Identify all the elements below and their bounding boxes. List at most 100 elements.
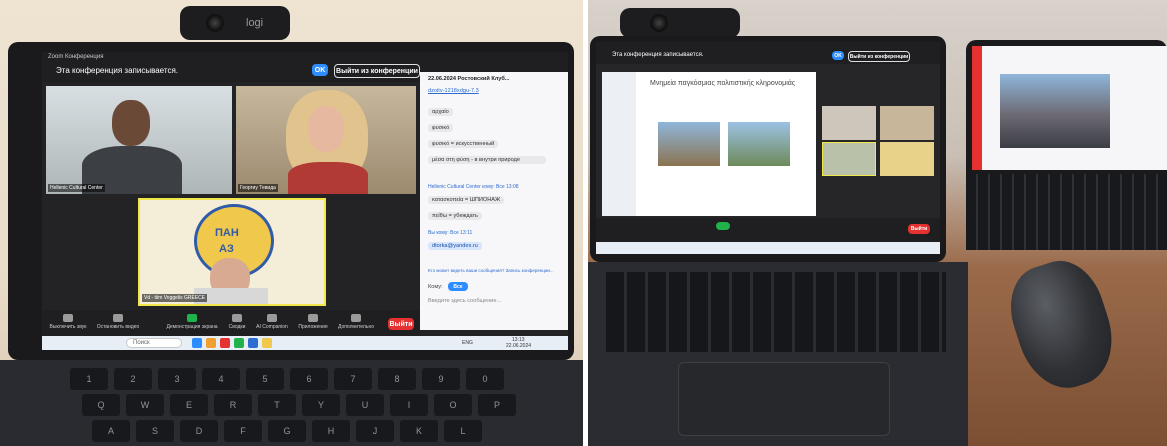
keyboard-key[interactable]: U — [346, 394, 384, 416]
keyboard-key[interactable]: O — [434, 394, 472, 416]
apps-icon — [308, 314, 318, 322]
keyboard-language[interactable]: ENG — [462, 340, 473, 346]
keyboard-deck: 1234567890 QWERTYUIOP ASDFGHJKL — [0, 360, 583, 446]
computer-mouse[interactable] — [998, 250, 1126, 400]
video-tile[interactable] — [880, 106, 934, 140]
chat-message: πείθω = убеждать — [428, 212, 482, 220]
leave-meeting-button[interactable]: Выйти из конференции — [848, 51, 910, 62]
mute-button[interactable]: Выключить звук — [46, 314, 90, 330]
keyboard-key[interactable]: G — [268, 420, 306, 442]
person-face — [308, 106, 344, 152]
person-body — [288, 162, 368, 194]
keyboard-key[interactable]: Q — [82, 394, 120, 416]
chat-link[interactable]: dzoitv-1218xdgu-7.3 — [428, 88, 479, 94]
keyboard-key[interactable]: 4 — [202, 368, 240, 390]
keyboard-key[interactable]: 1 — [70, 368, 108, 390]
windows-taskbar: Поиск ENG 13:13 22.06.2024 — [42, 336, 568, 350]
taskbar-search[interactable]: Поиск — [126, 338, 182, 348]
app-icon[interactable] — [192, 338, 202, 348]
leave-button[interactable]: Выйти — [388, 318, 414, 330]
keyboard-key[interactable]: W — [126, 394, 164, 416]
webcam-lens — [650, 14, 668, 32]
ok-button[interactable]: OK — [832, 51, 844, 60]
taskbar-date: 22.06.2024 — [506, 343, 532, 349]
leave-meeting-button[interactable]: Выйти из конференции — [334, 64, 420, 78]
chat-message: αρχαίο — [428, 108, 453, 116]
more-icon — [351, 314, 361, 322]
participant-name: Георгиу Тевида — [238, 184, 278, 192]
second-laptop-screen — [972, 46, 1167, 170]
app-icon[interactable] — [248, 338, 258, 348]
keyboard-key[interactable]: A — [92, 420, 130, 442]
ok-button[interactable]: OK — [312, 64, 328, 76]
keyboard-key[interactable]: 0 — [466, 368, 504, 390]
second-keyboard — [966, 174, 1167, 250]
zoom-toolbar: Выключить звук Остановить видео Демонстр… — [42, 310, 420, 336]
keyboard-key[interactable]: 9 — [422, 368, 460, 390]
keyboard-key[interactable]: 7 — [334, 368, 372, 390]
microphone-icon — [63, 314, 73, 322]
camera-icon — [113, 314, 123, 322]
share-screen-button[interactable]: Демонстрация экрана — [162, 314, 222, 330]
keyboard-key[interactable]: F — [224, 420, 262, 442]
keyboard-key[interactable]: E — [170, 394, 208, 416]
app-icon[interactable] — [234, 338, 244, 348]
sparkle-icon — [267, 314, 277, 322]
video-tile-speaker[interactable]: ПАН АЗ Vd - tiim Voggelis GREECE — [138, 198, 326, 306]
laptop-bezel: Эта конференция записывается. OK Выйти и… — [590, 36, 946, 262]
second-laptop — [966, 40, 1167, 250]
video-tile[interactable] — [822, 106, 876, 140]
video-tile-active[interactable] — [822, 142, 876, 176]
keyboard-deck — [588, 262, 968, 446]
laptop-bezel: Zoom Конференция Эта конференция записыв… — [8, 42, 574, 360]
webcam: logi — [180, 6, 290, 40]
keyboard-key[interactable]: 5 — [246, 368, 284, 390]
touchpad[interactable] — [678, 362, 890, 436]
app-icon[interactable] — [220, 338, 230, 348]
keyboard-key[interactable]: P — [478, 394, 516, 416]
video-tile-hellenic[interactable]: Hellenic Cultural Center — [46, 86, 232, 194]
keyboard-key[interactable]: S — [136, 420, 174, 442]
keyboard-keys — [606, 272, 946, 352]
keyboard-key[interactable]: 3 — [158, 368, 196, 390]
app-icon[interactable] — [206, 338, 216, 348]
keyboard-key[interactable]: L — [444, 420, 482, 442]
zoom-header: Эта конференция записывается. OK Выйти и… — [596, 42, 940, 64]
webcam-brand: logi — [246, 17, 264, 29]
keyboard-key[interactable]: J — [356, 420, 394, 442]
left-photo: logi Zoom Конференция Эта конференция за… — [0, 0, 583, 446]
chat-message: φυσικό = искусственный — [428, 140, 499, 148]
keyboard-key[interactable]: K — [400, 420, 438, 442]
webcam-lens — [206, 14, 224, 32]
video-tile-georgiou[interactable]: Георгиу Тевида — [236, 86, 416, 194]
chat-visibility-note: Кто может видеть ваши сообщения? Запись … — [428, 268, 554, 273]
leave-button[interactable]: Выйти — [908, 224, 930, 234]
keyboard-key[interactable]: 2 — [114, 368, 152, 390]
keyboard-key[interactable]: 8 — [378, 368, 416, 390]
event-video — [1000, 74, 1110, 148]
chat-message-own: dtorka@yandex.ru — [428, 242, 482, 250]
video-tile[interactable] — [880, 142, 934, 176]
chat-input[interactable]: Введите здесь сообщение... — [428, 298, 501, 304]
zoom-window-title: Zoom Конференция — [48, 54, 104, 60]
keyboard-key[interactable]: 6 — [290, 368, 328, 390]
stop-video-button[interactable]: Остановить видео — [94, 314, 142, 330]
chat-recipient-select[interactable]: Все — [448, 282, 468, 291]
apps-button[interactable]: Приложения — [294, 314, 332, 330]
keyboard-key[interactable]: I — [390, 394, 428, 416]
share-screen-button[interactable] — [716, 222, 730, 230]
app-icon[interactable] — [262, 338, 272, 348]
keyboard-key[interactable]: R — [214, 394, 252, 416]
more-button[interactable]: Дополнительно — [334, 314, 378, 330]
windows-taskbar — [596, 242, 940, 254]
chat-header: 22.06.2024 Ростовский Клуб... — [428, 76, 510, 82]
summary-button[interactable]: Сводки — [224, 314, 250, 330]
keyboard-key[interactable]: H — [312, 420, 350, 442]
ai-companion-button[interactable]: AI Companion — [252, 314, 292, 330]
slide-thumbnails — [602, 72, 636, 216]
keyboard-key[interactable]: T — [258, 394, 296, 416]
chat-sender: Hellenic Cultural Center кому: Все 13:08 — [428, 184, 519, 190]
recording-notice: Эта конференция записывается. — [612, 52, 704, 58]
keyboard-key[interactable]: Y — [302, 394, 340, 416]
keyboard-key[interactable]: D — [180, 420, 218, 442]
